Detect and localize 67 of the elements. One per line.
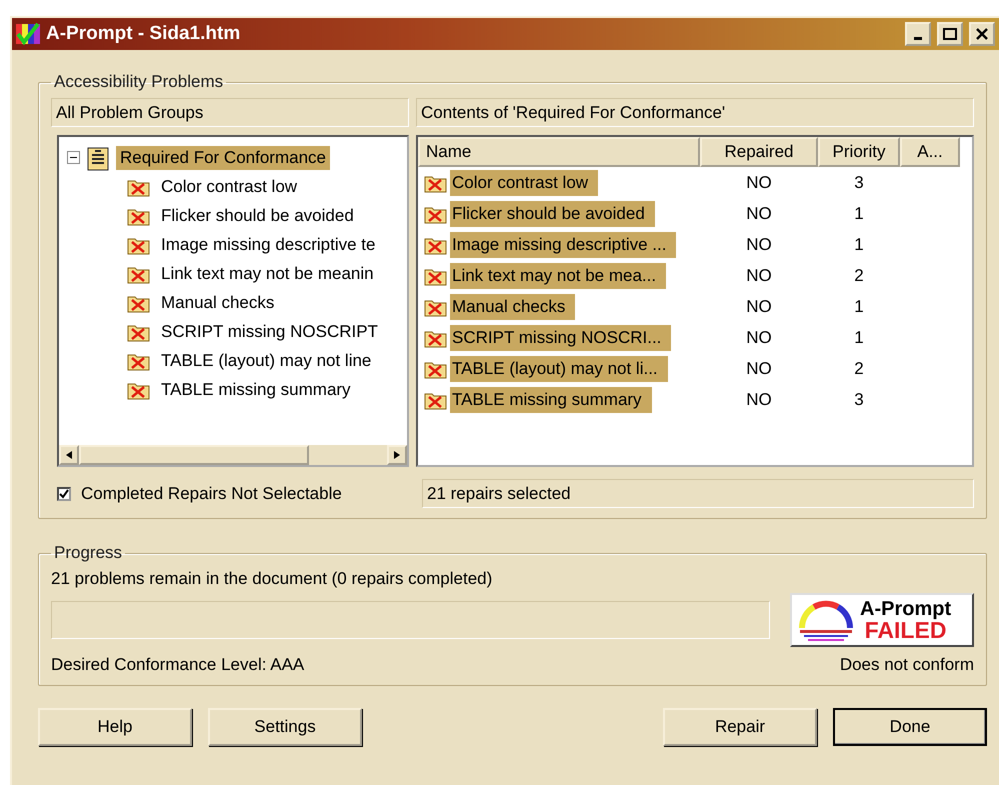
table-cell-text: 1 (853, 296, 865, 316)
dialog-button[interactable]: Repair (663, 708, 817, 746)
table-cell[interactable]: SCRIPT missing NOSCRI... (450, 324, 672, 350)
tree-item[interactable]: TABLE missing summary (157, 378, 355, 402)
maximize-icon (943, 28, 957, 40)
tree-item[interactable]: Color contrast low (157, 174, 302, 198)
table-cell-text: 2 (853, 358, 865, 378)
table-cell[interactable]: Image missing descriptive ... (450, 232, 676, 258)
group-title: Accessibility Problems (53, 72, 224, 92)
conformance-status: Does not conform (840, 655, 974, 675)
tree-item[interactable]: Flicker should be avoided (157, 204, 358, 228)
tree-item[interactable]: SCRIPT missing NOSCRIPT (157, 320, 382, 344)
collapse-icon[interactable] (67, 151, 80, 164)
group-title: Progress (53, 543, 124, 563)
badge-title: A-Prompt (860, 598, 952, 618)
scroll-left-icon[interactable] (66, 451, 72, 459)
dialog-button[interactable]: Settings (208, 708, 362, 746)
dialog-button[interactable]: Help (38, 708, 192, 746)
contents-header: Contents of 'Required For Conformance' (416, 98, 974, 127)
column-header[interactable]: Repaired (700, 137, 818, 167)
table-cell-text: 1 (853, 204, 865, 224)
table-cell-text: 3 (853, 172, 865, 192)
table-cell-text: NO (745, 296, 773, 316)
conformance-level: Desired Conformance Level: AAA (51, 655, 304, 675)
table-cell[interactable]: Color contrast low (450, 170, 598, 196)
checkbox-label[interactable]: Completed Repairs Not Selectable (81, 484, 342, 504)
table-cell-text: 1 (853, 234, 865, 254)
badge-status: FAILED (864, 618, 946, 642)
scroll-right-icon[interactable] (394, 451, 400, 459)
table-cell-text: 3 (853, 390, 865, 410)
table-cell-text: NO (745, 328, 773, 348)
table-cell[interactable]: TABLE missing summary (450, 386, 652, 412)
checkbox[interactable] (57, 486, 71, 500)
window-title: A-Prompt - Sida1.htm (46, 23, 242, 45)
column-header[interactable]: A... (900, 137, 960, 167)
minimize-button[interactable] (905, 22, 931, 46)
table-cell-text: NO (745, 358, 773, 378)
column-header[interactable]: Priority (818, 137, 900, 167)
rainbow-icon (796, 598, 856, 642)
close-button[interactable] (969, 22, 995, 46)
progress-message: 21 problems remain in the document (0 repairs completed) (51, 569, 494, 589)
table-cell-text: NO (745, 234, 773, 254)
selection-status: 21 repairs selected (422, 479, 974, 508)
table-cell-text: NO (745, 390, 773, 410)
table-cell[interactable]: Flicker should be avoided (450, 200, 655, 226)
app-logo-icon (16, 22, 40, 46)
horizontal-scrollbar[interactable] (59, 445, 407, 465)
table-cell-text: 2 (853, 266, 865, 286)
tree-item[interactable]: Manual checks (157, 290, 278, 314)
clipboard-icon (86, 144, 110, 170)
tree-item[interactable]: Link text may not be meanin (157, 262, 378, 286)
close-icon (976, 28, 988, 40)
groups-header: All Problem Groups (51, 98, 409, 127)
column-header[interactable]: Name (418, 137, 700, 167)
table-cell[interactable]: Link text may not be mea... (450, 262, 666, 288)
table-cell-text: NO (745, 204, 773, 224)
maximize-button[interactable] (937, 22, 963, 46)
tree-item[interactable]: Required For Conformance (116, 146, 330, 170)
tree-item[interactable]: TABLE (layout) may not line (157, 348, 376, 372)
table-cell-text: 1 (853, 328, 865, 348)
table-cell-text: NO (745, 266, 773, 286)
table-cell[interactable]: Manual checks (450, 294, 576, 320)
tree-item[interactable]: Image missing descriptive te (157, 232, 380, 256)
table-cell[interactable]: TABLE (layout) may not li... (450, 356, 668, 382)
table-cell-text: NO (745, 172, 773, 192)
minimize-icon (914, 36, 922, 40)
dialog-button[interactable]: Done (833, 708, 987, 746)
